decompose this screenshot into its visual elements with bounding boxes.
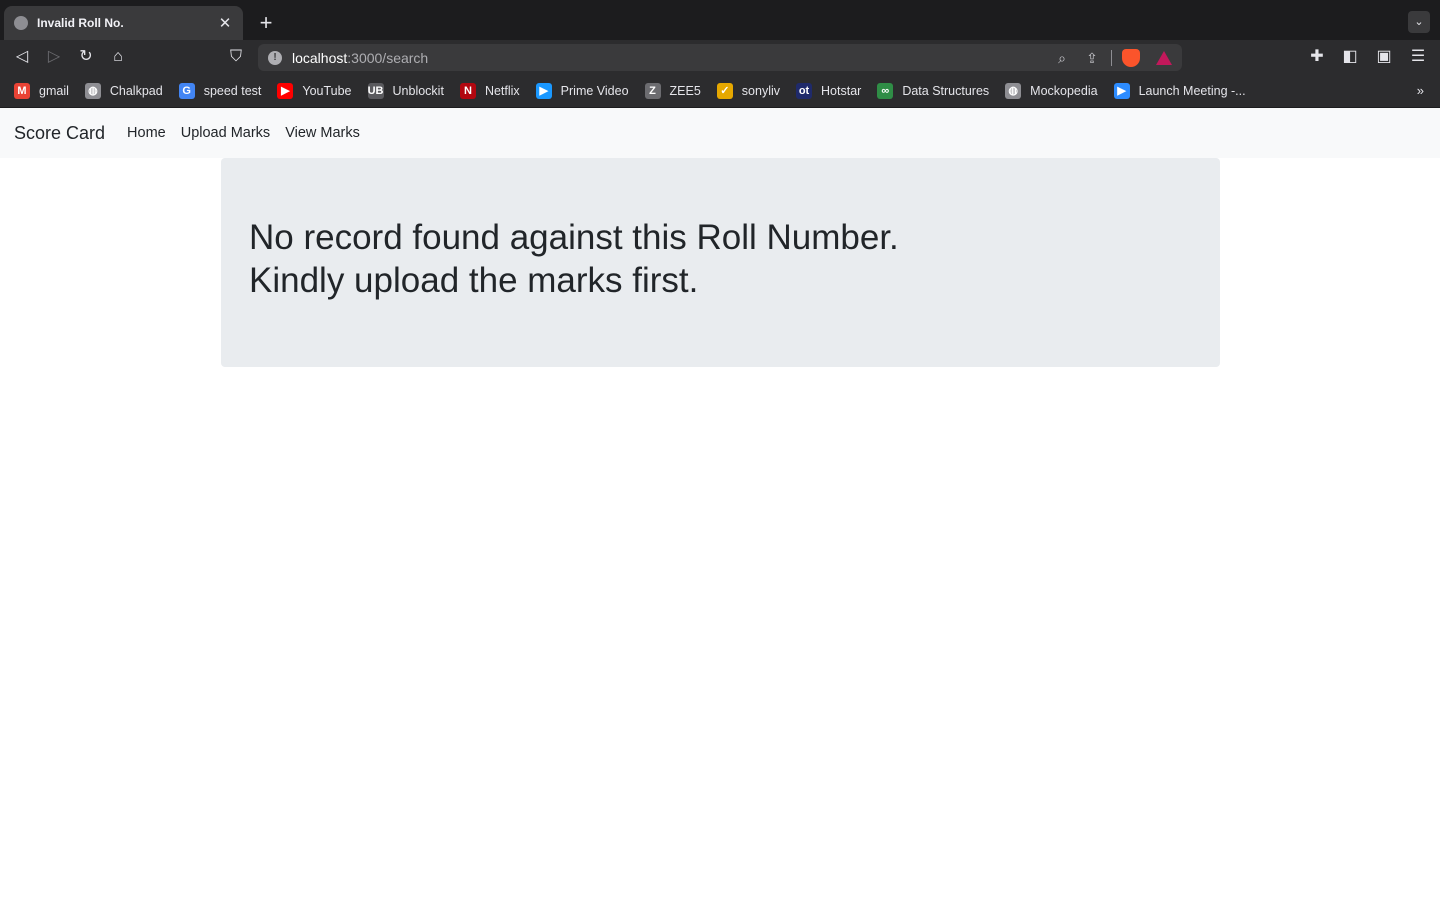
- globe-icon: [14, 16, 28, 30]
- gmail-icon: M: [14, 82, 30, 99]
- bookmark-item[interactable]: N Netflix: [459, 82, 520, 99]
- zee5-icon: Z: [644, 82, 661, 99]
- prime-video-icon: ▶: [535, 82, 552, 99]
- no-record-message-box: No record found against this Roll Number…: [221, 158, 1220, 367]
- bookmark-item[interactable]: ot Hotstar: [796, 82, 862, 99]
- bookmark-label: Launch Meeting -...: [1138, 83, 1246, 98]
- close-tab-icon[interactable]: ✕: [217, 14, 233, 32]
- bookmark-label: Data Structures: [902, 83, 990, 98]
- bookmark-label: Netflix: [484, 83, 520, 98]
- bookmark-icon[interactable]: ⛉: [225, 46, 247, 68]
- bookmark-item[interactable]: ◍ Mockopedia: [1005, 82, 1098, 99]
- menu-icon[interactable]: ☰: [1407, 46, 1429, 68]
- message-line-2: Kindly upload the marks first.: [249, 261, 699, 300]
- bookmark-label: Hotstar: [821, 83, 862, 98]
- url-host: localhost: [292, 49, 348, 66]
- tab-title: Invalid Roll No.: [37, 16, 124, 30]
- bookmark-label: Mockopedia: [1030, 83, 1098, 98]
- address-bar[interactable]: ! localhost :3000/search ⌕ ⇪: [258, 44, 1182, 71]
- site-navbar: Score Card Home Upload Marks View Marks: [0, 108, 1440, 158]
- zoom-video-icon: ▶: [1113, 82, 1130, 99]
- bookmark-label: speed test: [203, 83, 262, 98]
- globe-icon: ◍: [1005, 82, 1022, 99]
- bookmark-item[interactable]: ∞ Data Structures: [877, 82, 990, 99]
- bookmark-item[interactable]: ▶ YouTube: [277, 82, 352, 99]
- sidebar-icon[interactable]: ◧: [1339, 46, 1361, 68]
- bookmark-label: Unblockit: [392, 83, 444, 98]
- unblockit-icon: UB: [367, 82, 384, 99]
- tab-list-chevron-icon[interactable]: ⌄: [1408, 11, 1430, 33]
- bookmarks-bar: Mgmail ◍ Chalkpad Gspeed test ▶ YouTube UB…: [0, 74, 1440, 108]
- bookmark-label: ZEE5: [669, 83, 701, 98]
- share-icon[interactable]: ⇪: [1081, 47, 1103, 69]
- site-info-icon[interactable]: !: [268, 50, 282, 65]
- zoom-icon[interactable]: ⌕: [1051, 47, 1073, 69]
- hotstar-icon: ot: [796, 82, 813, 99]
- globe-icon: ◍: [84, 82, 101, 99]
- brave-shields-icon[interactable]: [1122, 48, 1140, 67]
- bookmark-item[interactable]: ▶ Launch Meeting -...: [1113, 82, 1246, 99]
- reload-icon[interactable]: ↻: [75, 46, 97, 68]
- nav-link-home[interactable]: Home: [127, 125, 166, 141]
- netflix-icon: N: [459, 82, 476, 99]
- bookmark-item[interactable]: UB Unblockit: [367, 82, 444, 99]
- browser-toolbar: ◁ ▷ ↻ ⌂ ⛉ ! localhost :3000/search ⌕ ⇪ ✚…: [0, 40, 1440, 74]
- bookmark-label: Prime Video: [560, 83, 629, 98]
- bookmark-label: Chalkpad: [109, 83, 163, 98]
- geeksforgeeks-icon: ∞: [877, 82, 894, 99]
- bookmark-item[interactable]: Mgmail: [14, 82, 69, 99]
- bookmark-label: sonyliv: [741, 83, 781, 98]
- nav-link-view-marks[interactable]: View Marks: [285, 125, 360, 141]
- bookmark-label: YouTube: [302, 83, 352, 98]
- divider: [1111, 49, 1112, 66]
- bookmarks-overflow-icon[interactable]: »: [1417, 83, 1424, 98]
- browser-tab-active[interactable]: Invalid Roll No. ✕: [4, 6, 243, 40]
- nav-link-upload-marks[interactable]: Upload Marks: [181, 125, 270, 141]
- bookmark-item[interactable]: Gspeed test: [178, 82, 262, 99]
- bookmark-item[interactable]: ✓ sonyliv: [716, 82, 781, 99]
- forward-icon[interactable]: ▷: [43, 46, 65, 68]
- no-record-heading: No record found against this Roll Number…: [249, 216, 1192, 302]
- back-icon[interactable]: ◁: [11, 46, 33, 68]
- bookmark-item[interactable]: Z ZEE5: [644, 82, 701, 99]
- google-icon: G: [178, 82, 195, 99]
- extensions-icon[interactable]: ✚: [1306, 46, 1328, 68]
- url-path: :3000/search: [347, 49, 429, 66]
- bookmark-label: gmail: [39, 83, 69, 98]
- bookmark-item[interactable]: ◍ Chalkpad: [84, 82, 163, 99]
- bookmark-item[interactable]: ▶ Prime Video: [535, 82, 629, 99]
- wallet-icon[interactable]: ▣: [1373, 46, 1395, 68]
- navbar-brand[interactable]: Score Card: [14, 123, 105, 144]
- tab-strip: Invalid Roll No. ✕ + ⌄: [0, 0, 1440, 40]
- new-tab-button[interactable]: +: [254, 12, 278, 36]
- home-icon[interactable]: ⌂: [107, 46, 129, 68]
- sonyliv-icon: ✓: [716, 82, 733, 99]
- brave-rewards-icon[interactable]: [1156, 50, 1172, 65]
- youtube-icon: ▶: [277, 82, 294, 99]
- message-line-1: No record found against this Roll Number…: [249, 218, 899, 257]
